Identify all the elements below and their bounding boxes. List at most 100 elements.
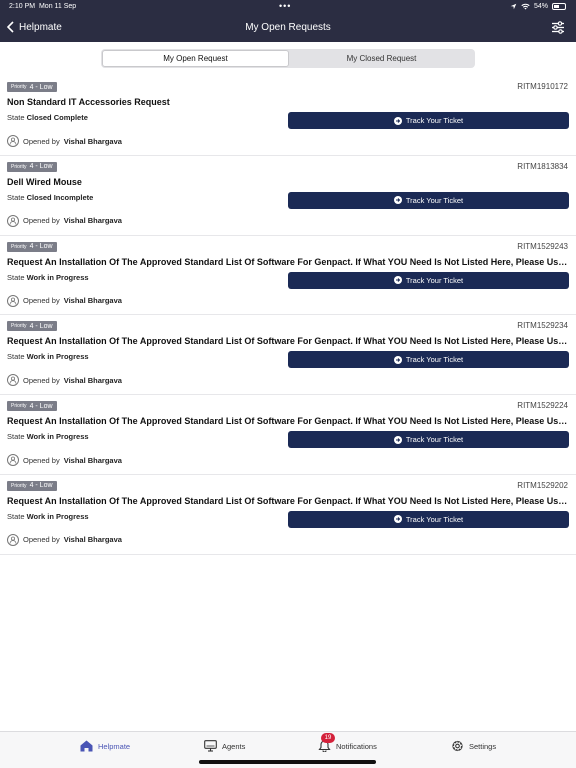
priority-badge: Priority 4 - Low (7, 401, 57, 412)
notifications-count-badge: 19 (321, 733, 335, 743)
request-segmented-control: My Open Request My Closed Request (101, 49, 475, 68)
priority-badge: Priority 4 - Low (7, 241, 57, 252)
tab-closed-requests[interactable]: My Closed Request (289, 50, 474, 67)
track-ticket-label: Track Your Ticket (405, 514, 464, 524)
track-ticket-button[interactable]: Track Your Ticket (288, 271, 569, 289)
request-id: RITM1910172 (517, 82, 568, 91)
state-value: Work in Progress (26, 432, 89, 442)
track-ticket-button[interactable]: Track Your Ticket (288, 510, 569, 528)
priority-value: 4 - Low (29, 83, 53, 91)
state-value: Closed Incomplete (26, 192, 94, 202)
request-id: RITM1529224 (517, 401, 568, 411)
request-title: Request An Installation Of The Approved … (7, 256, 569, 267)
request-item[interactable]: Priority 4 - Low RITM1529243 Request An I… (0, 236, 576, 316)
arrow-right-circle-icon (393, 116, 402, 125)
priority-value: 4 - Low (29, 163, 53, 171)
tab-agents-label: Agents (222, 741, 246, 751)
track-ticket-button[interactable]: Track Your Ticket (288, 351, 569, 369)
priority-value: 4 - Low (29, 482, 53, 490)
request-id: RITM1813834 (517, 161, 568, 171)
user-icon (7, 135, 19, 147)
arrow-right-circle-icon (393, 276, 402, 285)
priority-badge: Priority 4 - Low (7, 161, 57, 172)
navigation-bar: Helpmate My Open Requests (0, 14, 576, 42)
track-ticket-label: Track Your Ticket (405, 355, 464, 365)
opened-by-value: Vishal Bhargava (63, 535, 122, 545)
request-title: Request An Installation Of The Approved … (7, 495, 569, 506)
opened-by-label: Opened by (23, 216, 60, 226)
filter-icon[interactable] (551, 21, 565, 34)
request-state: State Work in Progress (7, 512, 89, 521)
user-icon (7, 533, 19, 546)
request-title: Request An Installation Of The Approved … (7, 416, 569, 427)
tab-open-requests[interactable]: My Open Request (102, 50, 289, 67)
priority-badge: Priority 4 - Low (7, 82, 57, 92)
opened-by-label: Opened by (23, 136, 60, 146)
state-value: Work in Progress (26, 511, 89, 521)
priority-label: Priority (11, 163, 27, 170)
monitor-icon (204, 740, 217, 752)
request-id: RITM1529234 (517, 321, 568, 331)
opened-by-value: Vishal Bhargava (63, 136, 122, 146)
track-ticket-label: Track Your Ticket (405, 116, 464, 125)
user-icon (7, 214, 19, 227)
tab-notifications-label: Notifications (336, 741, 377, 751)
request-item[interactable]: Priority 4 - Low RITM1529202 Request An I… (0, 475, 576, 555)
priority-badge: Priority 4 - Low (7, 321, 57, 332)
tab-agents[interactable]: Agents (204, 740, 245, 752)
arrow-right-circle-icon (393, 196, 402, 205)
opened-by-label: Opened by (23, 296, 60, 306)
track-ticket-button[interactable]: Track Your Ticket (288, 191, 569, 209)
tab-settings[interactable]: Settings (451, 740, 496, 752)
status-right: 54% (510, 3, 566, 10)
home-icon (80, 740, 93, 752)
gear-icon (452, 740, 463, 752)
opened-by: Opened by Vishal Bhargava (7, 533, 122, 546)
request-id: RITM1529202 (517, 480, 568, 490)
opened-by-value: Vishal Bhargava (63, 375, 122, 385)
state-label: State (7, 511, 25, 521)
opened-by: Opened by Vishal Bhargava (7, 374, 122, 387)
state-value: Work in Progress (26, 352, 89, 362)
state-value: Work in Progress (26, 272, 89, 282)
state-label: State (7, 113, 25, 122)
priority-label: Priority (11, 243, 27, 250)
priority-label: Priority (11, 84, 27, 90)
track-ticket-label: Track Your Ticket (405, 195, 464, 205)
status-time: 2:10 PM Mon 11 Sep (9, 3, 77, 10)
state-label: State (7, 432, 25, 442)
priority-value: 4 - Low (29, 322, 53, 330)
request-item[interactable]: Priority 4 - Low RITM1529234 Request An I… (0, 315, 576, 396)
arrow-right-circle-icon (393, 355, 402, 364)
request-item[interactable]: Priority 4 - Low RITM1910172 Non Standard… (0, 76, 576, 156)
page-title: My Open Requests (245, 22, 331, 33)
status-bar: 2:10 PM Mon 11 Sep ••• 54% (0, 0, 576, 14)
request-title: Request An Installation Of The Approved … (7, 336, 569, 347)
request-item[interactable]: Priority 4 - Low RITM1529224 Request An I… (0, 395, 576, 475)
opened-by: Opened by Vishal Bhargava (7, 454, 122, 467)
home-indicator[interactable] (199, 760, 376, 764)
state-value: Closed Complete (26, 113, 88, 122)
request-item[interactable]: Priority 4 - Low RITM1813834 Dell Wired M… (0, 156, 576, 236)
priority-badge: Priority 4 - Low (7, 480, 57, 491)
request-state: State Work in Progress (7, 352, 89, 361)
arrow-right-circle-icon (393, 515, 402, 524)
location-icon (510, 3, 517, 10)
user-icon (7, 374, 19, 387)
request-state: State Work in Progress (7, 273, 89, 282)
opened-by: Opened by Vishal Bhargava (7, 294, 122, 307)
priority-label: Priority (11, 323, 27, 330)
track-ticket-button[interactable]: Track Your Ticket (288, 112, 569, 129)
battery-percent: 54% (533, 3, 548, 10)
opened-by-label: Opened by (23, 375, 60, 385)
priority-label: Priority (11, 403, 27, 410)
state-label: State (7, 272, 25, 282)
track-ticket-button[interactable]: Track Your Ticket (288, 431, 569, 449)
state-label: State (7, 352, 25, 362)
state-label: State (7, 192, 25, 202)
request-id: RITM1529243 (517, 241, 568, 251)
request-title: Non Standard IT Accessories Request (7, 97, 170, 107)
opened-by: Opened by Vishal Bhargava (7, 135, 122, 147)
tab-home[interactable]: Helpmate (80, 740, 130, 752)
multitask-dots[interactable]: ••• (279, 1, 291, 11)
